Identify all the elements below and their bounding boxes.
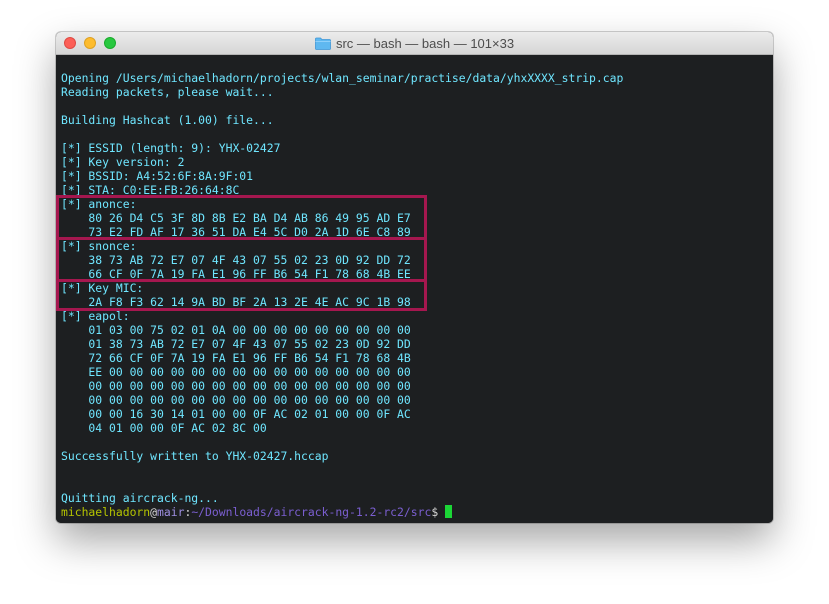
terminal-line: 73 E2 FD AF 17 36 51 DA E4 5C D0 2A 1D 6… <box>61 225 411 239</box>
terminal-line: 04 01 00 00 0F AC 02 8C 00 <box>61 421 267 435</box>
terminal-line: Quitting aircrack-ng... <box>61 491 219 505</box>
shell-prompt: michaelhadorn@mair:~/Downloads/aircrack-… <box>61 505 623 519</box>
terminal-line: [*] ESSID (length: 9): YHX-02427 <box>61 141 281 155</box>
terminal-line: 38 73 AB 72 E7 07 4F 43 07 55 02 23 0D 9… <box>61 253 411 267</box>
prompt-hostname: mair <box>157 505 185 519</box>
terminal-line: [*] anonce: <box>61 197 137 211</box>
terminal-line: [*] Key version: 2 <box>61 155 185 169</box>
terminal-line: Opening /Users/michaelhadorn/projects/wl… <box>61 71 624 85</box>
terminal-line: [*] STA: C0:EE:FB:26:64:8C <box>61 183 240 197</box>
terminal-content[interactable]: Opening /Users/michaelhadorn/projects/wl… <box>56 55 773 523</box>
terminal-line: 72 66 CF 0F 7A 19 FA E1 96 FF B6 54 F1 7… <box>61 351 411 365</box>
terminal-line: 66 CF 0F 7A 19 FA E1 96 FF B6 54 F1 78 6… <box>61 267 411 281</box>
folder-icon <box>315 37 331 50</box>
terminal-line: 2A F8 F3 62 14 9A BD BF 2A 13 2E 4E AC 9… <box>61 295 411 309</box>
terminal-line: [*] Key MIC: <box>61 281 144 295</box>
terminal-line: [*] eapol: <box>61 309 130 323</box>
terminal-line: 00 00 00 00 00 00 00 00 00 00 00 00 00 0… <box>61 393 411 407</box>
terminal-output: Opening /Users/michaelhadorn/projects/wl… <box>61 71 623 519</box>
terminal-cursor <box>445 505 453 518</box>
terminal-line: Building Hashcat (1.00) file... <box>61 113 274 127</box>
terminal-line: 80 26 D4 C5 3F 8D 8B E2 BA D4 AB 86 49 9… <box>61 211 411 225</box>
terminal-line: 00 00 16 30 14 01 00 00 0F AC 02 01 00 0… <box>61 407 411 421</box>
title-bar[interactable]: src — bash — bash — 101×33 <box>56 32 773 55</box>
terminal-line: 00 00 00 00 00 00 00 00 00 00 00 00 00 0… <box>61 379 411 393</box>
terminal-line: [*] BSSID: A4:52:6F:8A:9F:01 <box>61 169 254 183</box>
terminal-window: src — bash — bash — 101×33 Opening /User… <box>56 32 773 523</box>
window-title: src — bash — bash — 101×33 <box>335 36 515 51</box>
prompt-working-directory: ~/Downloads/aircrack-ng-1.2-rc2/src <box>191 505 432 519</box>
terminal-line: EE 00 00 00 00 00 00 00 00 00 00 00 00 0… <box>61 365 411 379</box>
terminal-line: Successfully written to YHX-02427.hccap <box>61 449 329 463</box>
terminal-line: 01 38 73 AB 72 E7 07 4F 43 07 55 02 23 0… <box>61 337 411 351</box>
prompt-at-sign: @ <box>150 505 158 519</box>
terminal-line: [*] snonce: <box>61 239 137 253</box>
prompt-username: michaelhadorn <box>61 505 151 519</box>
window-title-area: src — bash — bash — 101×33 <box>56 32 773 55</box>
terminal-line: Reading packets, please wait... <box>61 85 274 99</box>
prompt-symbol: $ <box>431 505 439 519</box>
terminal-line: 01 03 00 75 02 01 0A 00 00 00 00 00 00 0… <box>61 323 411 337</box>
